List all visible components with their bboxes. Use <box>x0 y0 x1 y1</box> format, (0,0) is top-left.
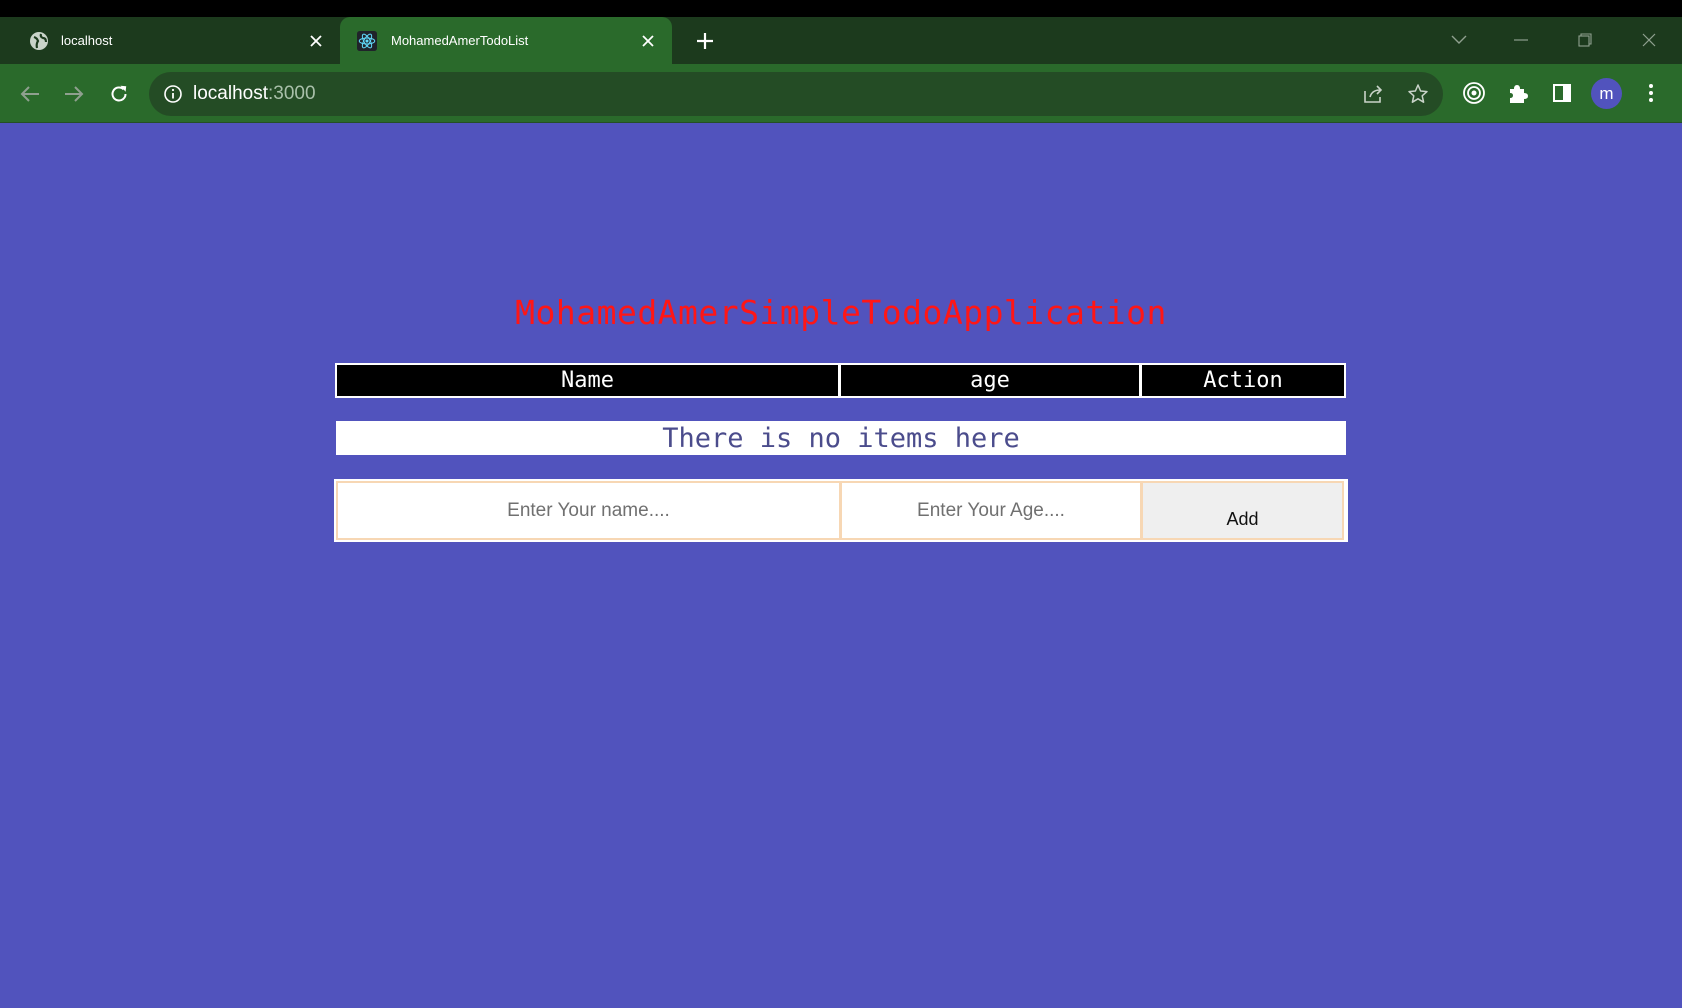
table-header: Name age Action <box>335 363 1347 398</box>
close-window-button[interactable] <box>1634 25 1664 55</box>
page-content: MohamedAmerSimpleTodoApplication Name ag… <box>0 123 1682 1008</box>
info-icon[interactable] <box>163 84 183 104</box>
back-button[interactable] <box>15 79 45 109</box>
minimize-button[interactable] <box>1506 25 1536 55</box>
side-panel-icon[interactable] <box>1548 79 1576 107</box>
minimize-icon <box>1514 39 1528 41</box>
header-age: age <box>839 363 1141 398</box>
empty-state-message: There is no items here <box>336 421 1346 455</box>
reload-icon <box>111 85 127 102</box>
globe-icon <box>29 31 49 51</box>
tab-localhost[interactable]: localhost <box>0 17 340 64</box>
tab-title: MohamedAmerTodoList <box>391 33 529 48</box>
add-button[interactable]: Add <box>1141 481 1344 540</box>
menu-kebab-icon[interactable] <box>1637 79 1665 107</box>
restore-button[interactable] <box>1570 25 1600 55</box>
tab-strip: localhost MohamedAmerTodoList <box>0 17 1682 64</box>
tab-search-button[interactable] <box>1444 25 1474 55</box>
add-item-form: Add <box>334 479 1348 542</box>
age-input[interactable] <box>840 481 1142 540</box>
new-tab-button[interactable] <box>692 28 718 54</box>
bookmark-star-icon[interactable] <box>1407 83 1429 105</box>
app-title: MohamedAmerSimpleTodoApplication <box>515 293 1167 332</box>
url-host: localhost <box>193 83 268 104</box>
window-top-strip <box>0 0 1682 17</box>
header-action: Action <box>1140 363 1346 398</box>
header-name: Name <box>335 363 840 398</box>
share-icon[interactable] <box>1363 83 1385 105</box>
restore-icon <box>1578 33 1592 47</box>
reload-button[interactable] <box>104 79 134 109</box>
chevron-down-icon <box>1451 35 1467 44</box>
browser-toolbar: localhost:3000 m <box>0 64 1682 123</box>
address-bar[interactable]: localhost:3000 <box>149 72 1443 116</box>
extensions-puzzle-icon[interactable] <box>1504 79 1532 107</box>
arrow-left-icon <box>20 86 39 102</box>
url-port: :3000 <box>268 83 316 104</box>
tab-mohamedamertodolist[interactable]: MohamedAmerTodoList <box>340 17 672 64</box>
extension-target-icon[interactable] <box>1460 79 1488 107</box>
react-icon <box>357 30 377 51</box>
forward-button[interactable] <box>59 79 89 109</box>
arrow-right-icon <box>65 86 84 102</box>
close-tab-icon[interactable] <box>639 32 657 50</box>
name-input[interactable] <box>336 481 841 540</box>
tab-title: localhost <box>61 33 113 48</box>
close-tab-icon[interactable] <box>307 32 325 50</box>
plus-icon <box>697 33 713 49</box>
close-icon <box>1642 33 1656 47</box>
profile-avatar[interactable]: m <box>1591 78 1622 109</box>
